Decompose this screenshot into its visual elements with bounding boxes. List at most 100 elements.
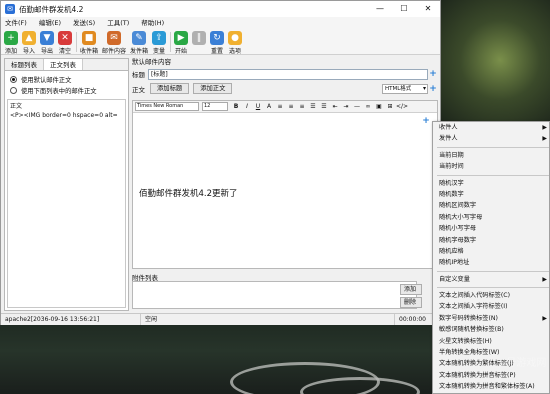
subject-input[interactable]: [标题] <box>148 68 428 80</box>
menu-item[interactable]: 当前时间 <box>433 161 549 172</box>
menu-item[interactable]: 随机应格 <box>433 246 549 257</box>
menu-send[interactable]: 发送(S) <box>73 17 95 30</box>
main-window: ✉ 佰勤邮件群发机4.2 — ☐ ✕ 文件(F) 编辑(E) 发送(S) 工具(… <box>0 0 441 325</box>
menu-separator <box>437 174 549 176</box>
menu-item[interactable]: 随机字母数字 <box>433 235 549 246</box>
image-icon[interactable]: ▣ <box>374 103 384 110</box>
list-item[interactable]: 正文 <box>10 102 123 111</box>
toolbar-button-reset[interactable]: ↻ 重置 <box>210 30 225 55</box>
tab-body-list[interactable]: 正文列表 <box>44 59 83 70</box>
toolbar-button-start[interactable]: ▶ 开始 <box>174 30 189 55</box>
option-label: 使用默认邮件正文 <box>21 77 72 84</box>
close-button[interactable]: ✕ <box>416 1 440 17</box>
align-center-icon[interactable]: ≡ <box>286 103 296 110</box>
toolbar-button-options[interactable]: ● 选项 <box>228 30 243 55</box>
source-code-icon[interactable]: </> <box>396 103 408 110</box>
list-item[interactable]: <P><IMG border=0 hspace=0 alt= <box>10 111 123 120</box>
menu-item[interactable]: 文本之间插入代码标签(C) <box>433 290 549 301</box>
text-color-icon[interactable]: A <box>264 103 274 110</box>
option-list-body[interactable]: 使用下面列表中的邮件正文 <box>5 85 128 96</box>
menu-item-label: 随机汉字 <box>439 179 464 187</box>
menu-item[interactable]: 自定义变量 ▶ <box>433 274 549 285</box>
add-attachment-button[interactable]: 添加 <box>400 284 422 295</box>
toolbar-button-outbox[interactable]: ✎ 发件箱 <box>130 30 149 55</box>
toolbar-label: 邮件内容 <box>102 48 127 55</box>
horizontal-line-icon[interactable]: — <box>352 103 362 110</box>
underline-icon[interactable]: U <box>253 103 263 110</box>
body-add-variable-icon[interactable]: + <box>428 84 438 94</box>
toolbar-label: 发件箱 <box>130 48 149 55</box>
menu-item[interactable]: 随机区间数字 <box>433 200 549 211</box>
toolbar-button-inbox[interactable]: ■ 收件箱 <box>80 30 98 55</box>
bold-icon[interactable]: B <box>231 103 241 110</box>
menu-help[interactable]: 帮助(H) <box>141 17 164 30</box>
reset-icon: ↻ <box>210 31 225 45</box>
editor-content[interactable]: 佰勤邮件群发机4.2更新了 <box>139 187 238 199</box>
indent-icon[interactable]: ⇥ <box>341 103 351 110</box>
menu-item[interactable]: 火星文转换标签(H) <box>433 336 549 347</box>
italic-icon[interactable]: I <box>242 103 252 110</box>
body-listbox[interactable]: 正文 <P><IMG border=0 hspace=0 alt= <box>7 99 126 308</box>
menu-item[interactable]: 文本随机转换为拼音和繁体标签(A) <box>433 381 549 392</box>
align-left-icon[interactable]: ≡ <box>275 103 285 110</box>
menu-item-label: 发件人 <box>439 135 458 143</box>
menu-item[interactable]: 文本随机转换为拼音标签(P) <box>433 370 549 381</box>
title-bar: ✉ 佰勤邮件群发机4.2 — ☐ ✕ <box>1 1 440 17</box>
html-editor[interactable]: Times New Roman 12 B I U A ≡ ≡ ≡ ☰ ☰ ⇤ ⇥… <box>132 100 438 269</box>
menu-item-label: 敏感词随机替换标签(B) <box>439 326 504 334</box>
delete-attachment-button[interactable]: 删除 <box>400 297 422 308</box>
menu-separator <box>437 270 549 272</box>
toolbar-button-import[interactable]: ▲ 导入 <box>22 30 36 55</box>
editor-add-variable-icon[interactable]: + <box>421 116 431 126</box>
toolbar-button-pause[interactable]: ‖ <box>192 30 207 54</box>
toolbar-label: 导出 <box>40 48 53 55</box>
subject-add-variable-icon[interactable]: + <box>428 69 438 79</box>
menu-item[interactable]: 随机小写字母 <box>433 223 549 234</box>
menu-item[interactable]: 发件人 ▶ <box>433 133 549 144</box>
maximize-button[interactable]: ☐ <box>392 1 416 17</box>
font-size-select[interactable]: 12 <box>202 102 228 111</box>
font-name-select[interactable]: Times New Roman <box>135 102 199 111</box>
export-icon: ▼ <box>40 31 54 45</box>
radio-button[interactable] <box>10 87 17 94</box>
toolbar-button-mail-content[interactable]: ✉ 邮件内容 <box>102 30 127 55</box>
radio-button[interactable] <box>10 76 17 83</box>
add-title-button[interactable]: 添加标题 <box>150 83 190 94</box>
window-title: 佰勤邮件群发机4.2 <box>19 4 84 14</box>
link-icon[interactable]: ∞ <box>363 103 373 110</box>
menu-item[interactable]: 文本之间插入字符标签(I) <box>433 301 549 312</box>
menu-item[interactable]: 收件人 ▶ <box>433 122 549 133</box>
toolbar-button-variable[interactable]: ⇪ 变量 <box>152 30 167 55</box>
menu-item-label: 文本随机转换为拼音标签(P) <box>439 371 516 379</box>
menu-file[interactable]: 文件(F) <box>5 17 27 30</box>
table-icon[interactable]: ⊞ <box>385 103 395 110</box>
status-log: apache2[2036-09-16 13:56:21] <box>1 314 141 325</box>
align-right-icon[interactable]: ≡ <box>297 103 307 110</box>
import-icon: ▲ <box>22 31 36 45</box>
minimize-button[interactable]: — <box>368 1 392 17</box>
menu-tools[interactable]: 工具(T) <box>107 17 129 30</box>
toolbar-button-add[interactable]: + 添加 <box>4 30 18 55</box>
menu-edit[interactable]: 编辑(E) <box>39 17 61 30</box>
ordered-list-icon[interactable]: ☰ <box>308 103 318 110</box>
menu-item[interactable]: 当前日期 <box>433 150 549 161</box>
toolbar-label: 重置 <box>211 48 224 55</box>
menu-item[interactable]: 数字号码转换标签(N) ▶ <box>433 313 549 324</box>
toolbar-button-clear[interactable]: ✕ 清空 <box>58 30 72 55</box>
add-body-button[interactable]: 添加正文 <box>193 83 233 94</box>
tab-title-list[interactable]: 标题列表 <box>5 59 44 70</box>
menu-item[interactable]: 随机数字 <box>433 189 549 200</box>
outdent-icon[interactable]: ⇤ <box>330 103 340 110</box>
format-select[interactable]: HTML格式 <box>382 83 428 94</box>
menu-item[interactable]: 随机IP地址 <box>433 257 549 268</box>
option-default-body[interactable]: 使用默认邮件正文 <box>5 74 128 85</box>
toolbar-label: 导入 <box>22 48 35 55</box>
menu-item[interactable]: 敏感词随机替换标签(B) <box>433 324 549 335</box>
bullet-list-icon[interactable]: ☰ <box>319 103 329 110</box>
attachments-list[interactable]: 添加 删除 <box>132 281 422 309</box>
menu-item-label: 当前日期 <box>439 151 464 159</box>
menu-item[interactable]: 随机大小写字母 <box>433 212 549 223</box>
toolbar-button-export[interactable]: ▼ 导出 <box>40 30 54 55</box>
subject-label: 标题 <box>132 71 145 79</box>
menu-item[interactable]: 随机汉字 <box>433 178 549 189</box>
